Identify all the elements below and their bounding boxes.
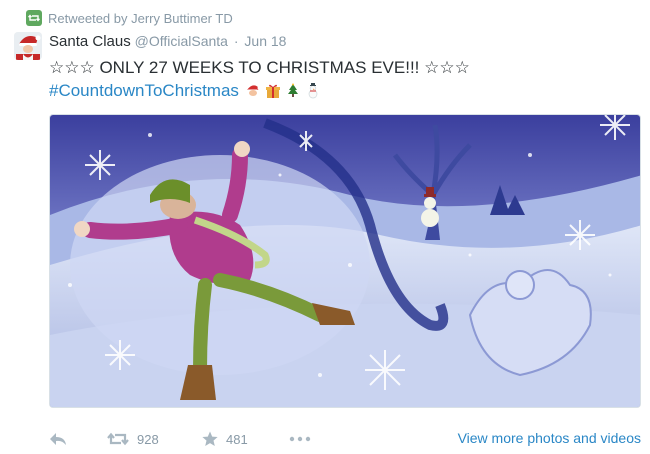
retweet-context-text: Retweeted by Jerry Buttimer TD: [48, 10, 233, 26]
star-icon: [202, 431, 218, 446]
tweet-actions: 928 481 View more photos and videos: [49, 428, 641, 450]
santa-face-icon: [246, 85, 261, 98]
retweet-context[interactable]: Retweeted by Jerry Buttimer TD: [26, 9, 233, 27]
retweet-button[interactable]: 928: [107, 428, 159, 450]
tweet: Retweeted by Jerry Buttimer TD Santa Cla…: [0, 0, 650, 454]
christmas-tree-icon: [287, 83, 298, 97]
favorite-button[interactable]: 481: [202, 428, 248, 450]
retweet-icon: [107, 432, 129, 446]
tweet-media-photo[interactable]: [49, 114, 641, 408]
retweet-icon: [26, 10, 42, 26]
author-fullname[interactable]: Santa Claus: [49, 33, 131, 50]
snowman-icon: [308, 83, 318, 99]
more-dots-icon: [289, 436, 311, 442]
gift-icon: [265, 84, 280, 98]
tweet-timestamp[interactable]: Jun 18: [244, 33, 286, 49]
reply-button[interactable]: [49, 428, 75, 450]
avatar[interactable]: [14, 32, 42, 60]
tweet-text: ☆☆☆ ONLY 27 WEEKS TO CHRISTMAS EVE!!! ☆☆…: [49, 58, 470, 77]
favorite-count: 481: [226, 431, 248, 447]
more-button[interactable]: [289, 428, 319, 450]
view-more-photos-link[interactable]: View more photos and videos: [458, 430, 641, 446]
separator: ·: [233, 33, 239, 49]
retweet-count: 928: [137, 431, 159, 447]
hashtag-link[interactable]: #CountdownToChristmas: [49, 80, 239, 102]
reply-icon: [50, 433, 66, 445]
author-username[interactable]: @OfficialSanta: [135, 33, 228, 49]
tweet-hashtag-line: #CountdownToChristmas: [49, 80, 321, 102]
snow-angel-illustration: [50, 115, 640, 407]
tweet-header: Santa Claus @OfficialSanta · Jun 18: [49, 33, 286, 50]
